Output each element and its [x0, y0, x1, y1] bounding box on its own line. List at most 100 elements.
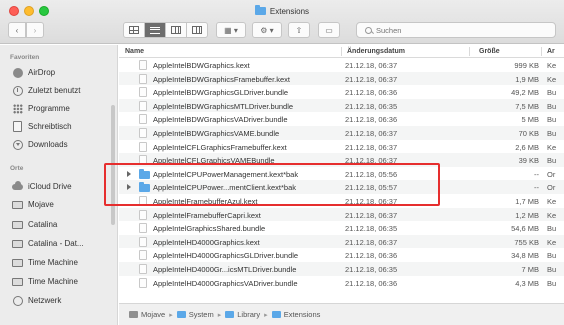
sidebar-item-recents[interactable]: Zuletzt benutzt [12, 84, 116, 97]
sidebar-item-time-machine[interactable]: Time Machine [12, 256, 116, 269]
path-item-mojave[interactable]: Mojave [129, 310, 165, 319]
file-icon [139, 155, 147, 166]
view-icons-button[interactable] [123, 22, 145, 38]
file-row[interactable]: AppleIntelCFLGraphicsVAMEBundle 21.12.18,… [119, 153, 564, 167]
file-row[interactable]: AppleIntelBDWGraphicsGLDriver.bundle 21.1… [119, 85, 564, 99]
disclosure-triangle-icon[interactable] [127, 170, 131, 177]
column-divider[interactable] [469, 47, 470, 56]
sidebar-item-network[interactable]: Netzwerk [12, 294, 116, 307]
column-divider[interactable] [541, 47, 542, 56]
back-button[interactable]: ‹ [8, 22, 26, 38]
sidebar-item-label: Catalina - Dat... [28, 239, 84, 248]
file-row[interactable]: AppleIntelBDWGraphicsMTLDriver.bundle 21.… [119, 98, 564, 113]
file-row[interactable]: AppleIntelGraphicsShared.bundle 21.12.18,… [119, 221, 564, 235]
file-name: AppleIntelBDWGraphicsMTLDriver.bundle [153, 101, 294, 111]
file-row[interactable]: AppleIntelHD4000Gr...icsMTLDriver.bundle… [119, 261, 564, 276]
path-item-system[interactable]: System [176, 310, 214, 319]
sidebar-item-label: Mojave [28, 200, 54, 209]
chevron-left-icon: ‹ [15, 25, 19, 35]
file-row[interactable]: AppleIntelBDWGraphicsFramebuffer.kext 21.… [119, 71, 564, 86]
file-date: 21.12.18, 06:36 [345, 115, 398, 125]
toolbar: Extensions ‹ › ▦ ▾ ⚙ ▾ ⇧ ▭ Suchen [0, 0, 564, 44]
sidebar-item-downloads[interactable]: Downloads [12, 138, 116, 151]
file-row[interactable]: AppleIntelBDWGraphicsVAME.bundle 21.12.18… [119, 125, 564, 140]
file-row[interactable]: AppleIntelCPUPower...mentClient.kext*bak… [119, 180, 564, 194]
file-kind: Ke [547, 237, 557, 247]
file-row[interactable]: AppleIntelHD4000GraphicsGLDriver.bundle 2… [119, 248, 564, 262]
path-item-extensions[interactable]: Extensions [271, 310, 320, 319]
action-button[interactable]: ⚙ ▾ [252, 22, 282, 38]
file-size: 755 KB [514, 237, 539, 247]
view-columns-button[interactable] [165, 22, 187, 38]
folder-icon [225, 311, 235, 318]
sidebar-item-airdrop[interactable]: AirDrop [12, 66, 116, 79]
path-separator-icon: ▸ [217, 311, 222, 319]
file-size: -- [534, 183, 539, 193]
file-date: 21.12.18, 06:36 [345, 251, 398, 261]
sidebar-item-icloud-drive[interactable]: iCloud Drive [12, 180, 116, 193]
file-icon [139, 236, 147, 247]
forward-button[interactable]: › [26, 22, 44, 38]
column-header-name[interactable]: Name [125, 48, 144, 55]
column-divider[interactable] [341, 47, 342, 56]
disk-icon [12, 257, 23, 268]
column-header-date[interactable]: Änderungsdatum [347, 48, 405, 55]
sidebar-item-mojave[interactable]: Mojave [12, 198, 116, 211]
file-name: AppleIntelHD4000GraphicsGLDriver.bundle [153, 251, 299, 261]
file-date: 21.12.18, 05:56 [345, 169, 398, 179]
sidebar-item-label: Time Machine [28, 277, 78, 286]
file-date: 21.12.18, 06:35 [345, 224, 398, 234]
file-name: AppleIntelBDWGraphics.kext [153, 61, 250, 70]
sidebar-item-label: Programme [28, 104, 70, 113]
downloads-icon [12, 139, 23, 150]
file-row[interactable]: AppleIntelBDWGraphics.kext 21.12.18, 06:3… [119, 58, 564, 72]
sidebar-item-label: Downloads [28, 140, 68, 149]
file-row[interactable]: AppleIntelCPUPowerManagement.kext*bak 21.… [119, 167, 564, 181]
window-title-text: Extensions [269, 6, 310, 16]
sidebar-item-time-machine-2[interactable]: Time Machine [12, 275, 116, 288]
column-header-row: Name Änderungsdatum Größe Ar [119, 45, 564, 58]
disclosure-triangle-icon[interactable] [127, 184, 131, 191]
sidebar-item-label: iCloud Drive [28, 182, 72, 191]
column-header-kind[interactable]: Ar [547, 48, 555, 55]
search-field[interactable] [356, 22, 556, 38]
tag-button[interactable]: ▭ [318, 22, 340, 38]
file-icon [139, 73, 147, 84]
column-header-size[interactable]: Größe [479, 48, 500, 55]
sidebar-scrollbar[interactable] [111, 105, 115, 225]
file-kind: Bu [547, 264, 557, 274]
file-icon [139, 60, 147, 70]
file-kind: Or [547, 169, 556, 179]
file-date: 21.12.18, 06:37 [345, 128, 398, 138]
view-list-button[interactable] [144, 22, 166, 38]
file-icon [139, 223, 147, 234]
file-kind: Ke [547, 210, 557, 220]
path-separator-icon: ▸ [264, 311, 268, 319]
file-row[interactable]: AppleIntelBDWGraphicsVADriver.bundle 21.1… [119, 112, 564, 126]
sidebar-item-label: Time Machine [28, 258, 78, 267]
file-kind: Bu [547, 88, 557, 98]
sidebar-item-catalina[interactable]: Catalina [12, 218, 116, 231]
disk-icon [12, 276, 23, 287]
file-icon [139, 263, 147, 274]
file-size: 2,6 MB [515, 142, 539, 152]
view-gallery-button[interactable] [186, 22, 208, 38]
path-item-library[interactable]: Library [225, 310, 260, 319]
file-name: AppleIntelCFLGraphicsFramebuffer.kext [153, 142, 287, 152]
file-list: Name Änderungsdatum Größe Ar AppleIntelB… [119, 45, 564, 303]
file-row[interactable]: AppleIntelFramebufferCapri.kext 21.12.18,… [119, 207, 564, 222]
file-kind: Or [547, 183, 556, 193]
sidebar-item-desktop[interactable]: Schreibtisch [12, 120, 116, 133]
file-size: 1,7 MB [515, 196, 539, 206]
group-button[interactable]: ▦ ▾ [216, 22, 246, 38]
sidebar-item-applications[interactable]: Programme [12, 102, 116, 115]
chevron-right-icon: › [33, 25, 37, 35]
file-row[interactable]: AppleIntelCFLGraphicsFramebuffer.kext 21.… [119, 140, 564, 154]
file-row[interactable]: AppleIntelHD4000GraphicsVADriver.bundle 2… [119, 276, 564, 290]
share-button[interactable]: ⇧ [288, 22, 310, 38]
file-row[interactable]: AppleIntelFramebufferAzul.kext 21.12.18, … [119, 194, 564, 208]
file-row[interactable]: AppleIntelHD4000Graphics.kext 21.12.18, 0… [119, 234, 564, 249]
sidebar-item-label: AirDrop [28, 68, 56, 77]
search-input[interactable] [376, 25, 546, 35]
sidebar-item-catalina-data[interactable]: Catalina - Dat... [12, 237, 116, 250]
